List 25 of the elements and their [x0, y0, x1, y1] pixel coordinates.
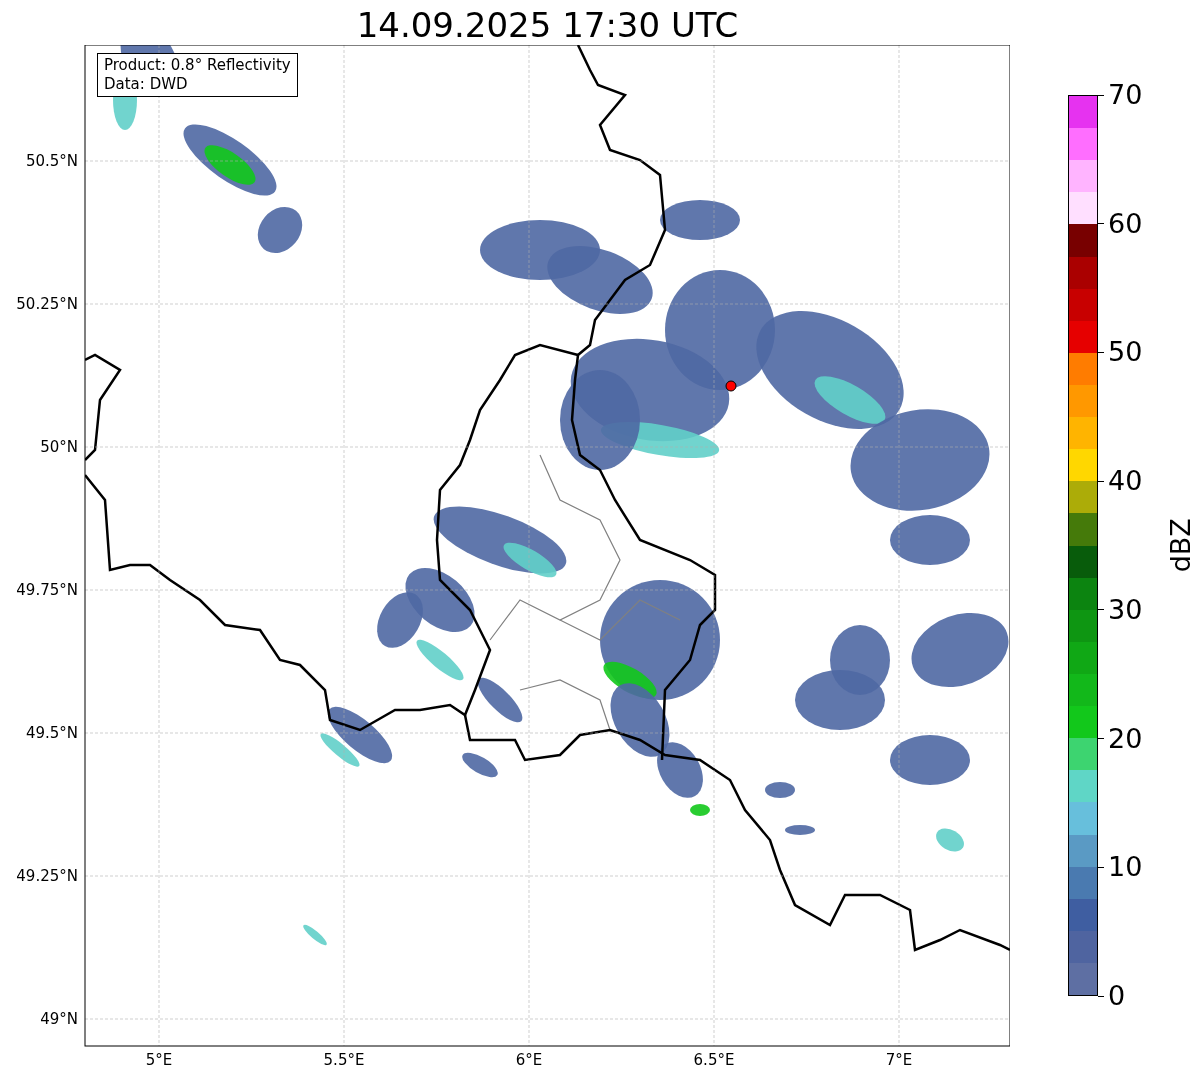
y-axis-label: 50.5°N — [25, 152, 78, 170]
colorbar-tick-label: 10 — [1108, 851, 1143, 884]
x-axis-label: 6°E — [515, 1051, 543, 1069]
info-text: Product: 0.8° Reflectivity — [104, 56, 291, 75]
y-axis-label: 50°N — [40, 438, 78, 456]
colorbar-tick-label: 20 — [1108, 722, 1143, 755]
y-axis-label: 49.5°N — [25, 724, 78, 742]
colorbar-tick-label: 0 — [1108, 980, 1126, 1012]
chart-title: 14.09.2025 17:30 UTC — [356, 3, 739, 42]
colorbar-tick-label: 50 — [1108, 336, 1143, 369]
colorbar-tick-label: 60 — [1108, 207, 1143, 240]
y-axis-label: 49°N — [40, 1010, 78, 1028]
y-axis-label: 50.25°N — [16, 295, 78, 313]
x-axis-label: 5°E — [145, 1051, 173, 1069]
colorbar-tick-label: 30 — [1108, 593, 1143, 626]
radar-site-marker — [725, 380, 737, 392]
colorbar-label: dBZ — [1163, 518, 1197, 573]
x-axis-label: 5.5°E — [323, 1051, 365, 1069]
y-axis-label: 49.75°N — [16, 581, 78, 599]
y-axis-label: 49.25°N — [16, 867, 78, 885]
info-text: Data: DWD — [104, 75, 189, 94]
x-axis-label: 6.5°E — [693, 1051, 735, 1069]
x-axis-label: 7°E — [885, 1051, 913, 1069]
colorbar-tick-label: 70 — [1108, 79, 1143, 111]
colorbar-tick-label: 40 — [1108, 465, 1143, 498]
